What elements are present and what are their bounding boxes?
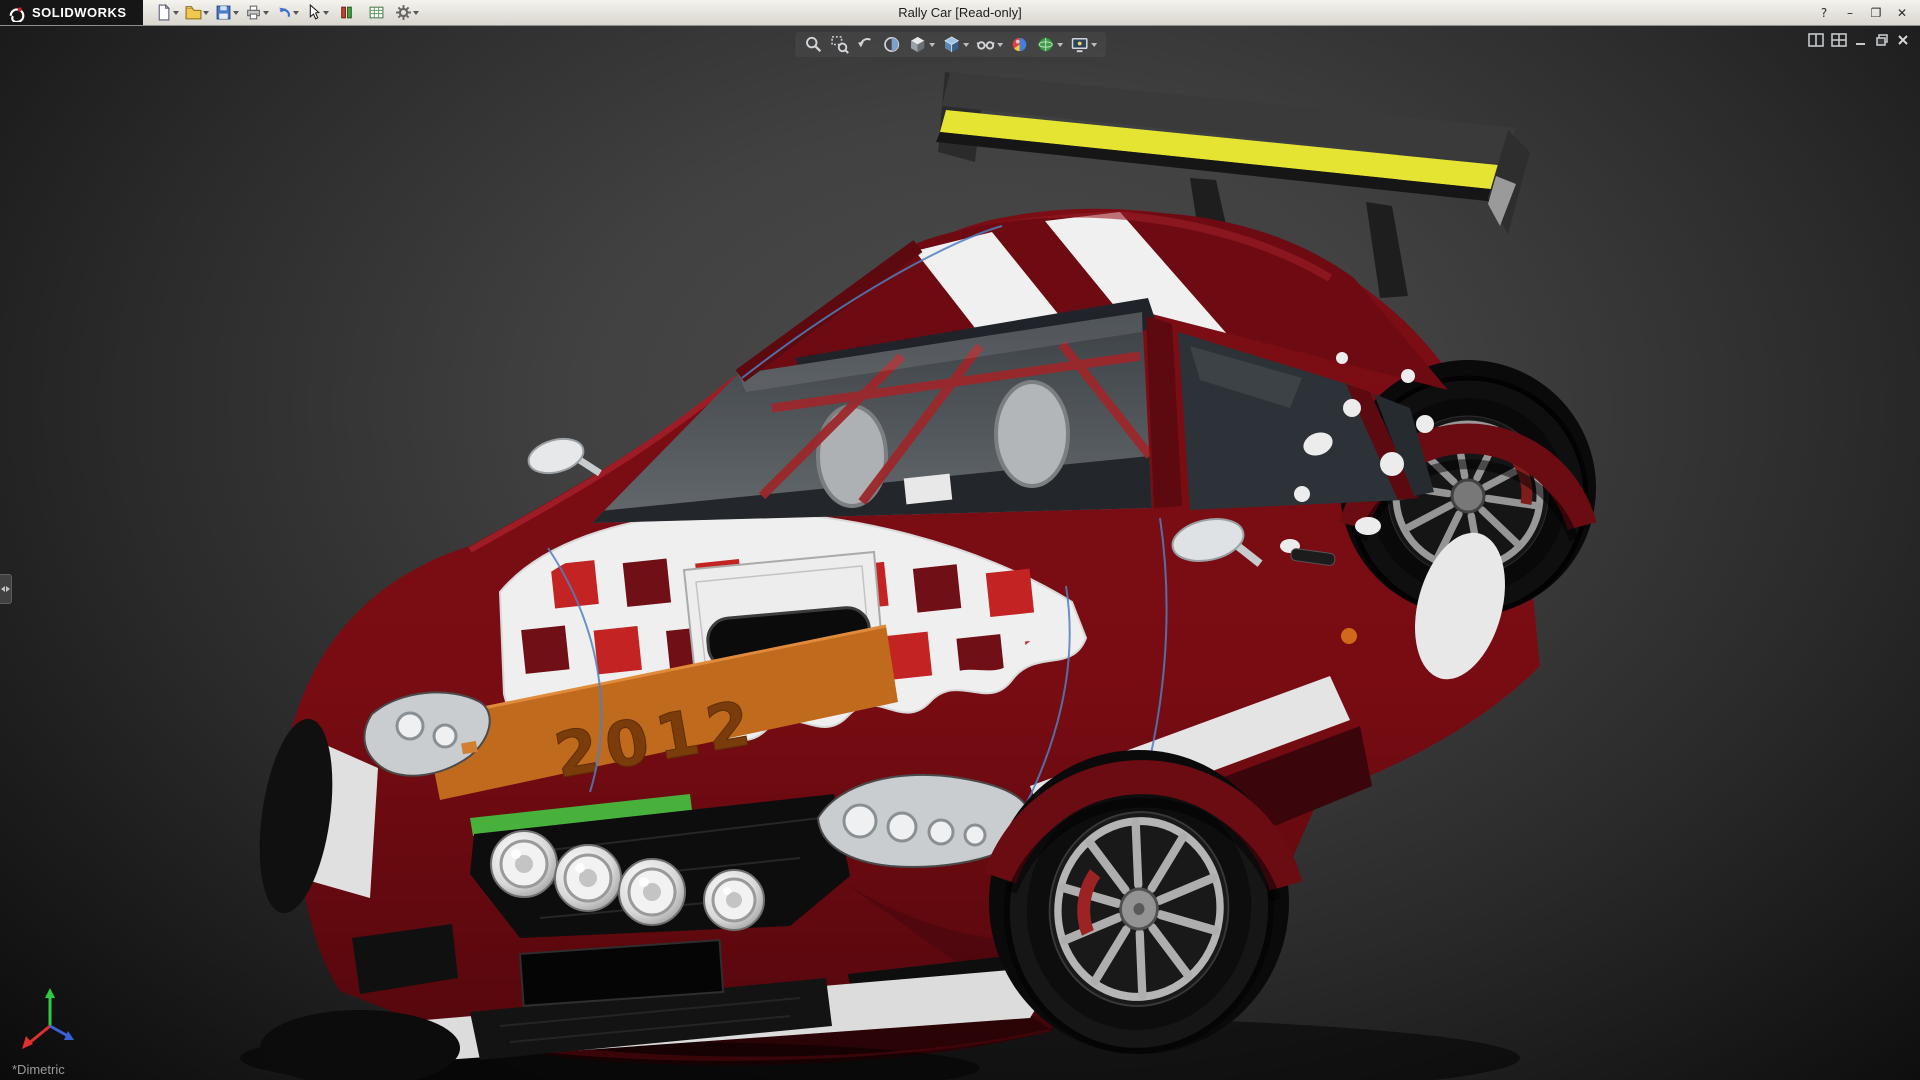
view-orientation-label: *Dimetric bbox=[12, 1062, 65, 1077]
dropdown-caret bbox=[203, 11, 209, 15]
dropdown-caret bbox=[293, 11, 299, 15]
select-icon bbox=[305, 4, 322, 21]
brand-text: SOLIDWORKS bbox=[32, 5, 127, 20]
title-bar: SOLIDWORKS bbox=[0, 0, 1920, 26]
instant3d-button[interactable] bbox=[333, 2, 361, 24]
dropdown-caret bbox=[963, 43, 969, 47]
options-button[interactable] bbox=[393, 2, 421, 24]
apply-scene-icon bbox=[1036, 35, 1055, 54]
previous-view-button[interactable] bbox=[855, 34, 876, 55]
design-table-button[interactable] bbox=[363, 2, 391, 24]
four-view-icon bbox=[1831, 33, 1847, 47]
doc-restore-button[interactable] bbox=[1875, 33, 1889, 47]
maximize-button[interactable]: ❐ bbox=[1864, 3, 1888, 23]
open-icon bbox=[185, 4, 202, 21]
save-icon bbox=[215, 4, 232, 21]
orientation-triad bbox=[16, 982, 88, 1054]
3ds-logo-icon bbox=[8, 4, 26, 22]
zoom-to-fit-icon bbox=[804, 35, 823, 54]
view-orientation-icon bbox=[908, 35, 927, 54]
main-toolbar bbox=[143, 2, 421, 24]
help-button[interactable]: ? bbox=[1812, 3, 1836, 23]
dropdown-caret bbox=[929, 43, 935, 47]
panel-collapse-handle[interactable] bbox=[0, 574, 12, 604]
expand-right-icon bbox=[6, 586, 10, 592]
view-settings-button[interactable] bbox=[1069, 34, 1098, 55]
view-settings-icon bbox=[1070, 35, 1089, 54]
save-button[interactable] bbox=[213, 2, 241, 24]
display-style-button[interactable] bbox=[941, 34, 970, 55]
edit-appearance-icon bbox=[1010, 35, 1029, 54]
close-button[interactable]: ✕ bbox=[1890, 3, 1914, 23]
zoom-to-area-icon bbox=[830, 35, 849, 54]
undo-button[interactable] bbox=[273, 2, 301, 24]
select-button[interactable] bbox=[303, 2, 331, 24]
dropdown-caret bbox=[1057, 43, 1063, 47]
doc-close-button[interactable] bbox=[1896, 33, 1910, 47]
options-icon bbox=[395, 4, 412, 21]
interior-white-box bbox=[904, 474, 952, 505]
instant3d-icon bbox=[338, 4, 355, 21]
minimize-button[interactable]: – bbox=[1838, 3, 1862, 23]
dropdown-caret bbox=[997, 43, 1003, 47]
new-document-button[interactable] bbox=[153, 2, 181, 24]
dropdown-caret bbox=[323, 11, 329, 15]
car-3d-view[interactable]: 2012 bbox=[0, 26, 1920, 1080]
section-view-button[interactable] bbox=[881, 34, 902, 55]
print-button[interactable] bbox=[243, 2, 271, 24]
window-controls: ? – ❐ ✕ bbox=[1812, 3, 1920, 23]
doc-minimize-button[interactable] bbox=[1854, 33, 1868, 47]
minimize-icon bbox=[1854, 33, 1868, 47]
open-button[interactable] bbox=[183, 2, 211, 24]
document-window-controls bbox=[1808, 33, 1910, 47]
dropdown-caret bbox=[1091, 43, 1097, 47]
close-icon bbox=[1896, 33, 1910, 47]
split-view-icon bbox=[1808, 33, 1824, 47]
design-table-icon bbox=[368, 4, 385, 21]
display-style-icon bbox=[942, 35, 961, 54]
dropdown-caret bbox=[263, 11, 269, 15]
view-orientation-button[interactable] bbox=[907, 34, 936, 55]
dropdown-caret bbox=[173, 11, 179, 15]
hide-show-items-button[interactable] bbox=[975, 34, 1004, 55]
zoom-to-fit-button[interactable] bbox=[803, 34, 824, 55]
previous-view-icon bbox=[856, 35, 875, 54]
four-view-button[interactable] bbox=[1831, 33, 1847, 47]
restore-icon bbox=[1875, 33, 1889, 47]
dropdown-caret bbox=[233, 11, 239, 15]
print-icon bbox=[245, 4, 262, 21]
front-grille[interactable] bbox=[470, 794, 850, 938]
split-view-button[interactable] bbox=[1808, 33, 1824, 47]
dropdown-caret bbox=[413, 11, 419, 15]
undo-icon bbox=[275, 4, 292, 21]
apply-scene-button[interactable] bbox=[1035, 34, 1064, 55]
view-toolbar bbox=[795, 32, 1106, 57]
new-document-icon bbox=[155, 4, 172, 21]
collapse-left-icon bbox=[1, 586, 5, 592]
section-view-icon bbox=[882, 35, 901, 54]
graphics-viewport[interactable]: 2012 bbox=[0, 26, 1920, 1080]
hide-show-items-icon bbox=[976, 35, 995, 54]
solidworks-logo: SOLIDWORKS bbox=[0, 0, 143, 25]
zoom-to-area-button[interactable] bbox=[829, 34, 850, 55]
orange-dot bbox=[1341, 628, 1357, 644]
edit-appearance-button[interactable] bbox=[1009, 34, 1030, 55]
